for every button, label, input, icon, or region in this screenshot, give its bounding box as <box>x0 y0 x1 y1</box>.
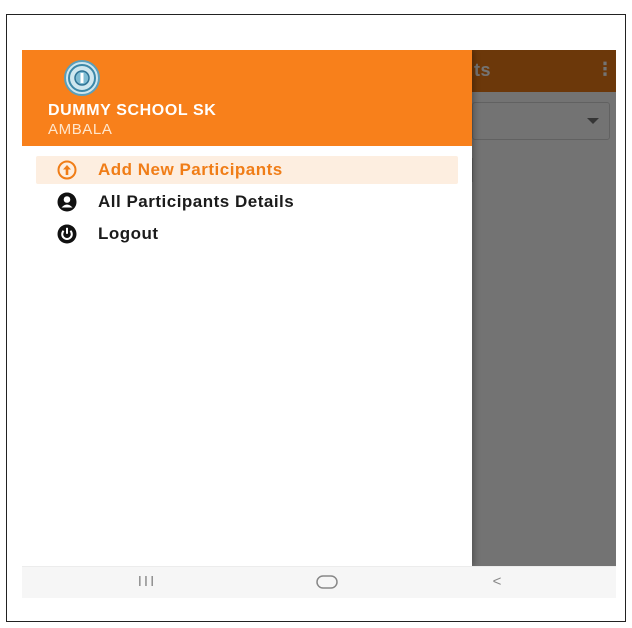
school-name: DUMMY SCHOOL SK <box>48 102 217 119</box>
home-icon[interactable] <box>312 571 342 593</box>
navigation-drawer: DUMMY SCHOOL SK AMBALA Add New Participa… <box>22 50 472 566</box>
menu-item-add-new-participants[interactable]: Add New Participants <box>36 156 458 184</box>
school-logo-icon <box>64 60 100 96</box>
menu-item-all-participants-details[interactable]: All Participants Details <box>36 188 458 216</box>
recents-button[interactable]: III <box>132 571 162 593</box>
phone-screen: ts ⋮ DUMMY SCHOOL SK AMBALA <box>22 50 616 598</box>
menu-item-label: Logout <box>98 224 159 243</box>
system-nav-bar: III < <box>22 566 616 598</box>
school-city: AMBALA <box>48 121 113 138</box>
arrow-up-circle-icon <box>56 159 78 181</box>
person-circle-icon <box>56 191 78 213</box>
power-icon <box>56 223 78 245</box>
back-button[interactable]: < <box>487 571 507 593</box>
menu-item-label: All Participants Details <box>98 192 295 211</box>
menu-item-label: Add New Participants <box>98 160 283 179</box>
drawer-header: DUMMY SCHOOL SK AMBALA <box>22 50 472 146</box>
menu-item-logout[interactable]: Logout <box>36 220 458 248</box>
